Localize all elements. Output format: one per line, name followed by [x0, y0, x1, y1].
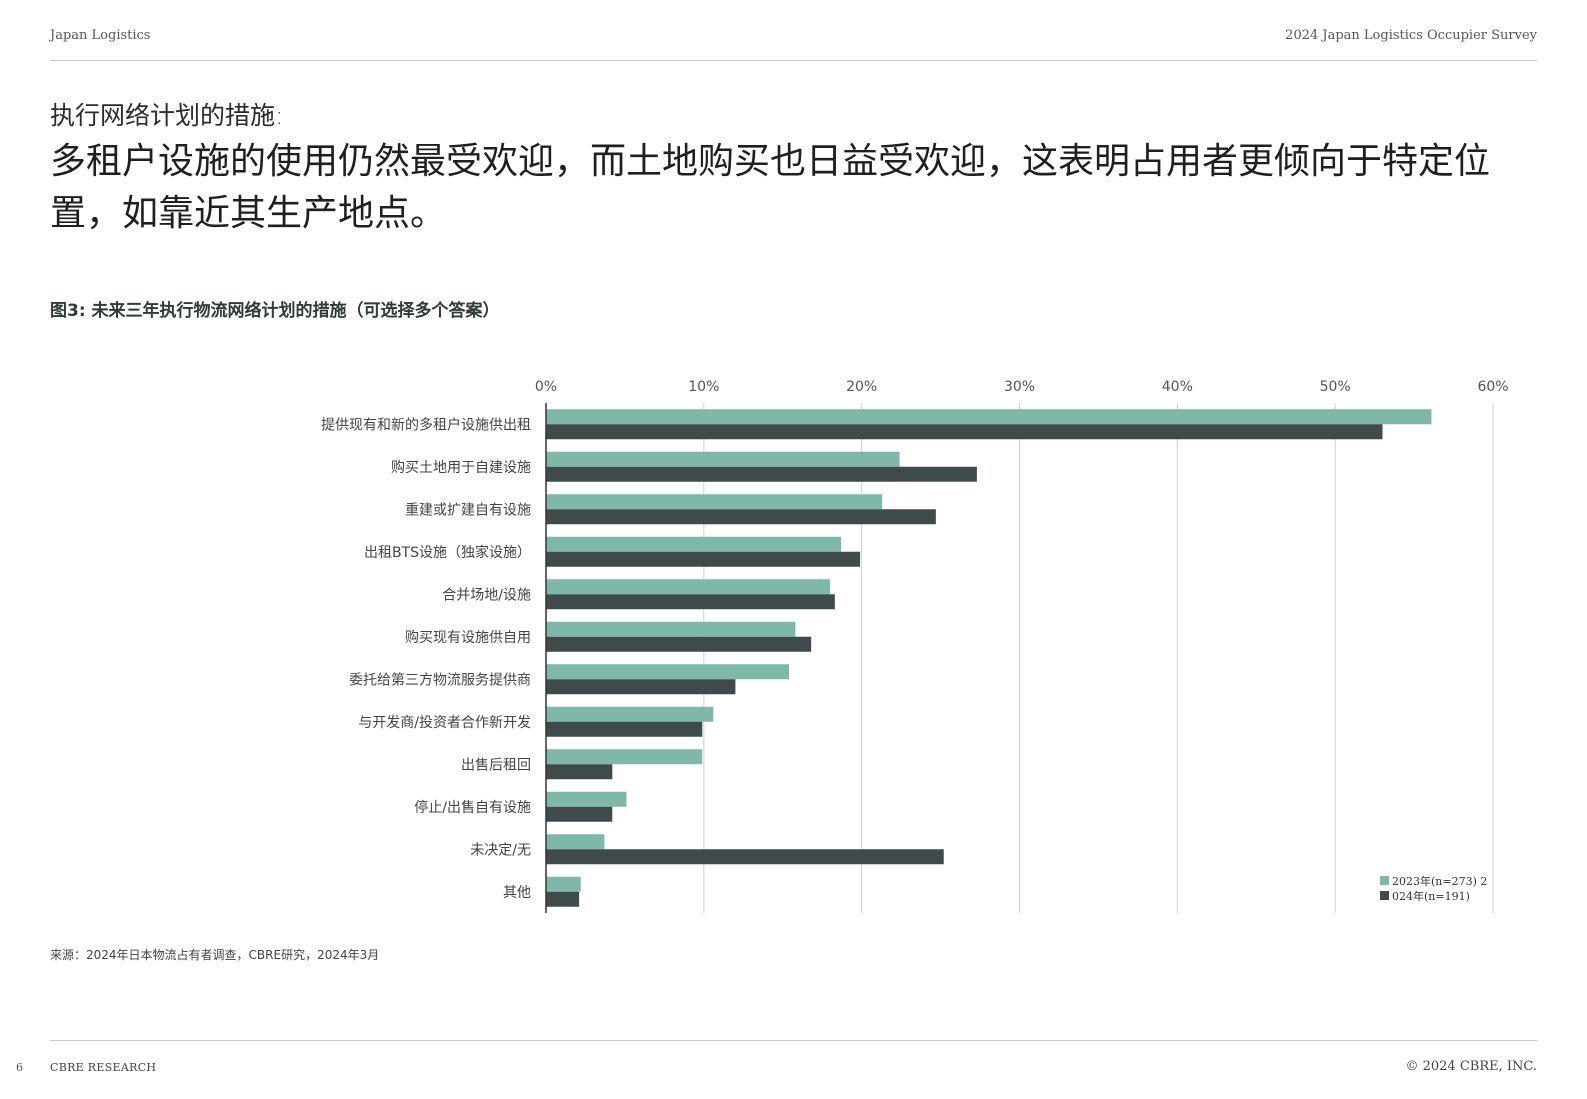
category-label: 出租BTS设施（独家设施）	[364, 544, 531, 561]
bar-2024	[546, 424, 1383, 440]
chart-legend: 2023年(n=273) 2 024年(n=191)	[1380, 873, 1487, 903]
bar-2024	[546, 806, 613, 822]
bar-2023	[546, 791, 627, 807]
category-label: 委托给第三方物流服务提供商	[349, 671, 531, 688]
legend-item-2024: 024年(n=191)	[1380, 888, 1487, 903]
legend-label-2023: 2023年(n=273) 2	[1392, 874, 1488, 888]
bar-2023	[546, 664, 790, 680]
x-tick-label: 60%	[1477, 379, 1508, 395]
footer-divider	[50, 1040, 1537, 1041]
x-tick-label: 20%	[846, 379, 877, 395]
bar-2024	[546, 636, 812, 652]
bar-2024	[546, 721, 703, 737]
bar-2023	[546, 409, 1432, 425]
bar-2024	[546, 679, 736, 695]
bar-2023	[546, 834, 605, 850]
legend-item-2023: 2023年(n=273) 2	[1380, 873, 1487, 888]
bar-2023	[546, 621, 796, 637]
category-label: 未决定/无	[470, 842, 531, 858]
category-label: 其他	[503, 885, 531, 901]
x-tick-label: 40%	[1162, 379, 1193, 395]
bar-chart: 0% 10% 20% 30% 40% 50% 60% 提供现有和新的多租户设施供出租购买土地用…	[321, 379, 1509, 913]
legend-swatch-2024	[1380, 891, 1389, 900]
category-label: 合并场地/设施	[442, 587, 531, 603]
category-label: 购买土地用于自建设施	[391, 460, 531, 476]
x-tick-label: 0%	[535, 379, 557, 395]
bar-2024	[546, 764, 613, 780]
bar-2023	[546, 579, 831, 595]
category-label: 提供现有和新的多租户设施供出租	[321, 416, 531, 433]
footer-copyright: © 2024 CBRE, INC.	[1405, 1059, 1537, 1074]
category-label: 停止/出售自有设施	[414, 799, 531, 816]
category-label: 购买现有设施供自用	[405, 630, 531, 646]
bar-2024	[546, 509, 936, 525]
page-number: 6	[16, 1061, 23, 1074]
bar-2023	[546, 876, 581, 892]
bar-2023	[546, 536, 842, 552]
x-tick-label: 50%	[1320, 379, 1351, 395]
bar-2023	[546, 706, 714, 722]
legend-swatch-2023	[1380, 876, 1389, 885]
bar-2023	[546, 451, 900, 467]
legend-label-2024: 024年(n=191)	[1392, 889, 1470, 903]
x-tick-label: 10%	[688, 379, 719, 395]
bar-2024	[546, 594, 835, 610]
x-tick-label: 30%	[1004, 379, 1035, 395]
bar-2024	[546, 891, 580, 907]
category-label: 出售后租回	[461, 757, 531, 773]
bar-2024	[546, 849, 944, 865]
bar-2024	[546, 551, 861, 567]
category-label: 重建或扩建自有设施	[405, 502, 531, 518]
source-note: 来源：2024年日本物流占有者调查，CBRE研究，2024年3月	[50, 948, 380, 962]
footer-brand: CBRE RESEARCH	[50, 1061, 157, 1074]
bar-2023	[546, 494, 883, 510]
category-label: 与开发商/投资者合作新开发	[358, 715, 531, 731]
bar-2024	[546, 466, 977, 482]
bar-2023	[546, 749, 703, 765]
